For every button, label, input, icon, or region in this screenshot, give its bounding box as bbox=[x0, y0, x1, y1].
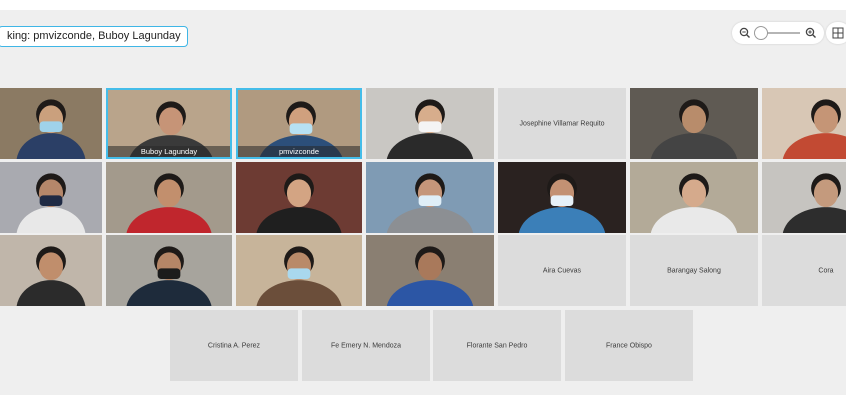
participant-tile[interactable] bbox=[0, 88, 102, 159]
participant-tile[interactable] bbox=[0, 235, 102, 306]
video-feed bbox=[498, 162, 626, 233]
participant-tile[interactable] bbox=[366, 235, 494, 306]
video-feed bbox=[106, 235, 232, 306]
participant-name: Fe Emery N. Mendoza bbox=[330, 342, 402, 349]
video-feed bbox=[366, 235, 494, 306]
participant-name: Josephine Villamar Requito bbox=[519, 120, 605, 127]
participant-name: France Obispo bbox=[606, 342, 652, 349]
video-feed bbox=[236, 162, 362, 233]
participant-name: Barangay Salong bbox=[667, 267, 721, 274]
participant-tile[interactable]: Fe Emery N. Mendoza bbox=[302, 310, 430, 381]
participant-tile[interactable]: Cora bbox=[762, 235, 846, 306]
participant-name: Florante San Pedro bbox=[466, 342, 528, 349]
zoom-in-icon[interactable] bbox=[804, 26, 818, 40]
bottom-edge bbox=[0, 395, 846, 403]
video-feed bbox=[0, 162, 102, 233]
participant-tile[interactable]: pmvizconde bbox=[236, 88, 362, 159]
top-edge bbox=[0, 0, 846, 10]
participant-tile[interactable] bbox=[106, 235, 232, 306]
participant-tile[interactable]: Cristina A. Perez bbox=[170, 310, 298, 381]
participant-tile[interactable] bbox=[236, 162, 362, 233]
video-feed bbox=[106, 162, 232, 233]
participant-tile[interactable] bbox=[762, 88, 846, 159]
video-feed bbox=[762, 88, 846, 159]
video-feed bbox=[0, 88, 102, 159]
participant-tile[interactable]: Josephine Villamar Requito bbox=[498, 88, 626, 159]
video-feed bbox=[630, 88, 758, 159]
video-feed bbox=[366, 162, 494, 233]
video-feed bbox=[762, 162, 846, 233]
participant-tile[interactable] bbox=[0, 162, 102, 233]
video-feed bbox=[0, 235, 102, 306]
speaking-text: king: pmvizconde, Buboy Lagunday bbox=[7, 30, 181, 42]
grid-layout-button[interactable] bbox=[826, 22, 846, 44]
video-feed bbox=[630, 162, 758, 233]
zoom-slider-thumb[interactable] bbox=[754, 26, 769, 40]
video-feed bbox=[366, 88, 494, 159]
participant-tile[interactable]: Florante San Pedro bbox=[433, 310, 561, 381]
meeting-window: king: pmvizconde, Buboy Lagunday Buboy L… bbox=[0, 0, 846, 403]
participant-tile[interactable] bbox=[498, 162, 626, 233]
grid-layout-icon bbox=[832, 27, 844, 39]
participant-tile[interactable] bbox=[106, 162, 232, 233]
gallery-zoom-control[interactable] bbox=[732, 22, 824, 44]
participant-name: Cora bbox=[818, 267, 834, 274]
participant-tile[interactable] bbox=[366, 162, 494, 233]
participant-name-caption: Buboy Lagunday bbox=[108, 146, 230, 157]
participant-tile[interactable]: France Obispo bbox=[565, 310, 693, 381]
participant-name: Cristina A. Perez bbox=[207, 342, 261, 349]
participant-tile[interactable] bbox=[762, 162, 846, 233]
video-feed bbox=[236, 235, 362, 306]
participant-name: Aira Cuevas bbox=[542, 267, 582, 274]
participant-tile[interactable]: Buboy Lagunday bbox=[106, 88, 232, 159]
participant-tile[interactable] bbox=[630, 88, 758, 159]
zoom-out-icon[interactable] bbox=[738, 26, 752, 40]
speaking-indicator: king: pmvizconde, Buboy Lagunday bbox=[0, 26, 188, 47]
participant-tile[interactable] bbox=[236, 235, 362, 306]
participant-tile[interactable] bbox=[630, 162, 758, 233]
participant-tile[interactable] bbox=[366, 88, 494, 159]
participant-tile[interactable]: Aira Cuevas bbox=[498, 235, 626, 306]
participant-name-caption: pmvizconde bbox=[238, 146, 360, 157]
participant-tile[interactable]: Barangay Salong bbox=[630, 235, 758, 306]
